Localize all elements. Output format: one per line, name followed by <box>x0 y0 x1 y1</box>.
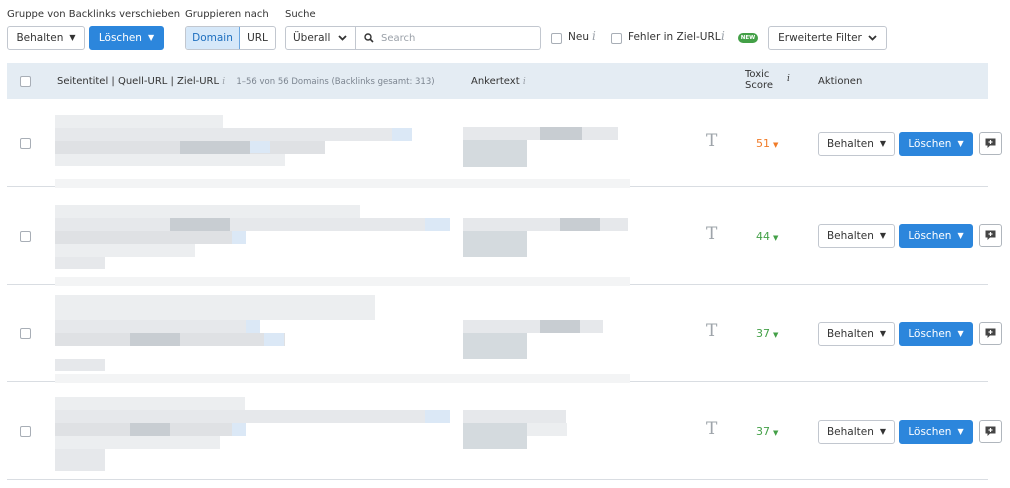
search-scope-label: Überall <box>293 32 331 44</box>
group-by-domain-option[interactable]: Domain <box>186 27 240 49</box>
column-toxic-line2: Score <box>745 80 774 91</box>
column-anchor-label: Ankertext <box>471 76 520 87</box>
column-header-title[interactable]: Seitentitel | Quell-URL | Ziel-URL i 1–5… <box>57 76 435 87</box>
row-keep-button[interactable]: Behalten ▼ <box>818 420 895 444</box>
row-keep-button[interactable]: Behalten ▼ <box>818 132 895 156</box>
bulk-keep-label: Behalten <box>16 32 64 44</box>
text-type-icon: T <box>706 419 718 439</box>
filter-target-error-label: Fehler in Ziel-URL <box>628 31 721 43</box>
column-title-count: 1–56 von 56 Domains (Backlinks gesamt: 3… <box>236 77 435 87</box>
chevron-down-icon: ▼ <box>69 33 76 42</box>
group-by-label: Gruppieren nach <box>185 9 269 20</box>
move-group-label: Gruppe von Backlinks verschieben <box>7 9 181 20</box>
row-keep-label: Behalten <box>826 328 874 340</box>
column-title-label: Seitentitel | Quell-URL | Ziel-URL <box>57 76 220 87</box>
comment-icon <box>985 138 996 148</box>
comment-icon <box>985 230 996 240</box>
chevron-down-icon: ▼ <box>879 231 887 240</box>
search-input-wrap <box>356 27 540 49</box>
column-toxic-line1: Toxic <box>745 69 770 80</box>
filter-new-checkbox[interactable] <box>551 33 562 44</box>
chevron-down-icon <box>868 35 877 41</box>
comment-button[interactable] <box>979 420 1002 443</box>
comment-button[interactable] <box>979 224 1002 247</box>
text-type-icon: T <box>706 131 718 151</box>
row-checkbox[interactable] <box>20 231 31 242</box>
advanced-filters-button[interactable]: Erweiterte Filter <box>768 26 887 50</box>
row-delete-label: Löschen <box>908 230 952 242</box>
comment-icon <box>985 328 996 338</box>
comment-icon <box>985 426 996 436</box>
row-delete-button[interactable]: Löschen ▼ <box>899 132 973 156</box>
chevron-down-icon: ▼ <box>879 329 887 338</box>
column-header-actions: Aktionen <box>818 76 863 87</box>
new-badge: NEW <box>738 33 758 43</box>
info-icon: i <box>222 77 226 87</box>
toxic-score[interactable]: 44 ▼ <box>756 230 778 243</box>
bulk-delete-label: Löschen <box>98 32 142 44</box>
row-checkbox[interactable] <box>20 426 31 437</box>
info-icon: i <box>522 77 526 87</box>
filter-target-error-checkbox[interactable] <box>611 33 622 44</box>
toxic-score-value: 37 <box>756 425 770 438</box>
chevron-down-icon: ▼ <box>957 427 964 436</box>
row-keep-button[interactable]: Behalten ▼ <box>818 224 895 248</box>
row-keep-label: Behalten <box>826 138 874 150</box>
row-delete-label: Löschen <box>908 328 952 340</box>
chevron-down-icon: ▼ <box>773 141 779 149</box>
bulk-delete-button[interactable]: Löschen ▼ <box>89 26 164 50</box>
toxic-score[interactable]: 37 ▼ <box>756 425 778 438</box>
row-keep-button[interactable]: Behalten ▼ <box>818 322 895 346</box>
blurred-spill <box>55 179 630 188</box>
blurred-spill <box>55 277 630 286</box>
comment-button[interactable] <box>979 132 1002 155</box>
search-icon <box>364 33 374 43</box>
row-delete-label: Löschen <box>908 426 952 438</box>
chevron-down-icon: ▼ <box>957 329 964 338</box>
blurred-spill <box>55 374 630 383</box>
chevron-down-icon: ▼ <box>147 33 155 42</box>
row-delete-label: Löschen <box>908 138 952 150</box>
info-icon[interactable]: i <box>721 29 725 43</box>
row-divider <box>7 479 988 480</box>
select-all-checkbox[interactable] <box>20 76 31 87</box>
row-delete-button[interactable]: Löschen ▼ <box>899 420 973 444</box>
search-box: Überall <box>285 26 541 50</box>
column-header-anchor[interactable]: Ankertext i <box>471 76 526 87</box>
chevron-down-icon: ▼ <box>957 231 964 240</box>
chevron-down-icon: ▼ <box>773 429 779 437</box>
search-input[interactable] <box>381 32 531 44</box>
chevron-down-icon: ▼ <box>773 234 779 242</box>
info-icon: i <box>787 74 790 84</box>
row-checkbox[interactable] <box>20 138 31 149</box>
toxic-score-value: 51 <box>756 137 770 150</box>
column-header-toxic[interactable]: Toxic Score <box>745 69 773 91</box>
advanced-filters-label: Erweiterte Filter <box>778 32 862 44</box>
row-delete-button[interactable]: Löschen ▼ <box>899 224 973 248</box>
row-delete-button[interactable]: Löschen ▼ <box>899 322 973 346</box>
search-label: Suche <box>285 9 316 20</box>
chevron-down-icon: ▼ <box>773 331 779 339</box>
comment-button[interactable] <box>979 322 1002 345</box>
info-icon[interactable]: i <box>592 29 596 43</box>
row-keep-label: Behalten <box>826 230 874 242</box>
search-scope-dropdown[interactable]: Überall <box>286 27 356 49</box>
row-checkbox[interactable] <box>20 328 31 339</box>
chevron-down-icon: ▼ <box>957 139 964 148</box>
chevron-down-icon: ▼ <box>879 139 887 148</box>
bulk-keep-button[interactable]: Behalten ▼ <box>7 26 85 50</box>
filter-new-label: Neu <box>568 31 589 43</box>
chevron-down-icon: ▼ <box>879 427 887 436</box>
group-by-toggle: Domain URL <box>185 26 276 50</box>
group-by-url-option[interactable]: URL <box>240 27 275 49</box>
toxic-score[interactable]: 51 ▼ <box>756 137 778 150</box>
text-type-icon: T <box>706 321 718 341</box>
row-keep-label: Behalten <box>826 426 874 438</box>
toxic-score[interactable]: 37 ▼ <box>756 327 778 340</box>
toxic-score-value: 44 <box>756 230 770 243</box>
chevron-down-icon <box>338 35 348 41</box>
toxic-score-value: 37 <box>756 327 770 340</box>
text-type-icon: T <box>706 224 718 244</box>
